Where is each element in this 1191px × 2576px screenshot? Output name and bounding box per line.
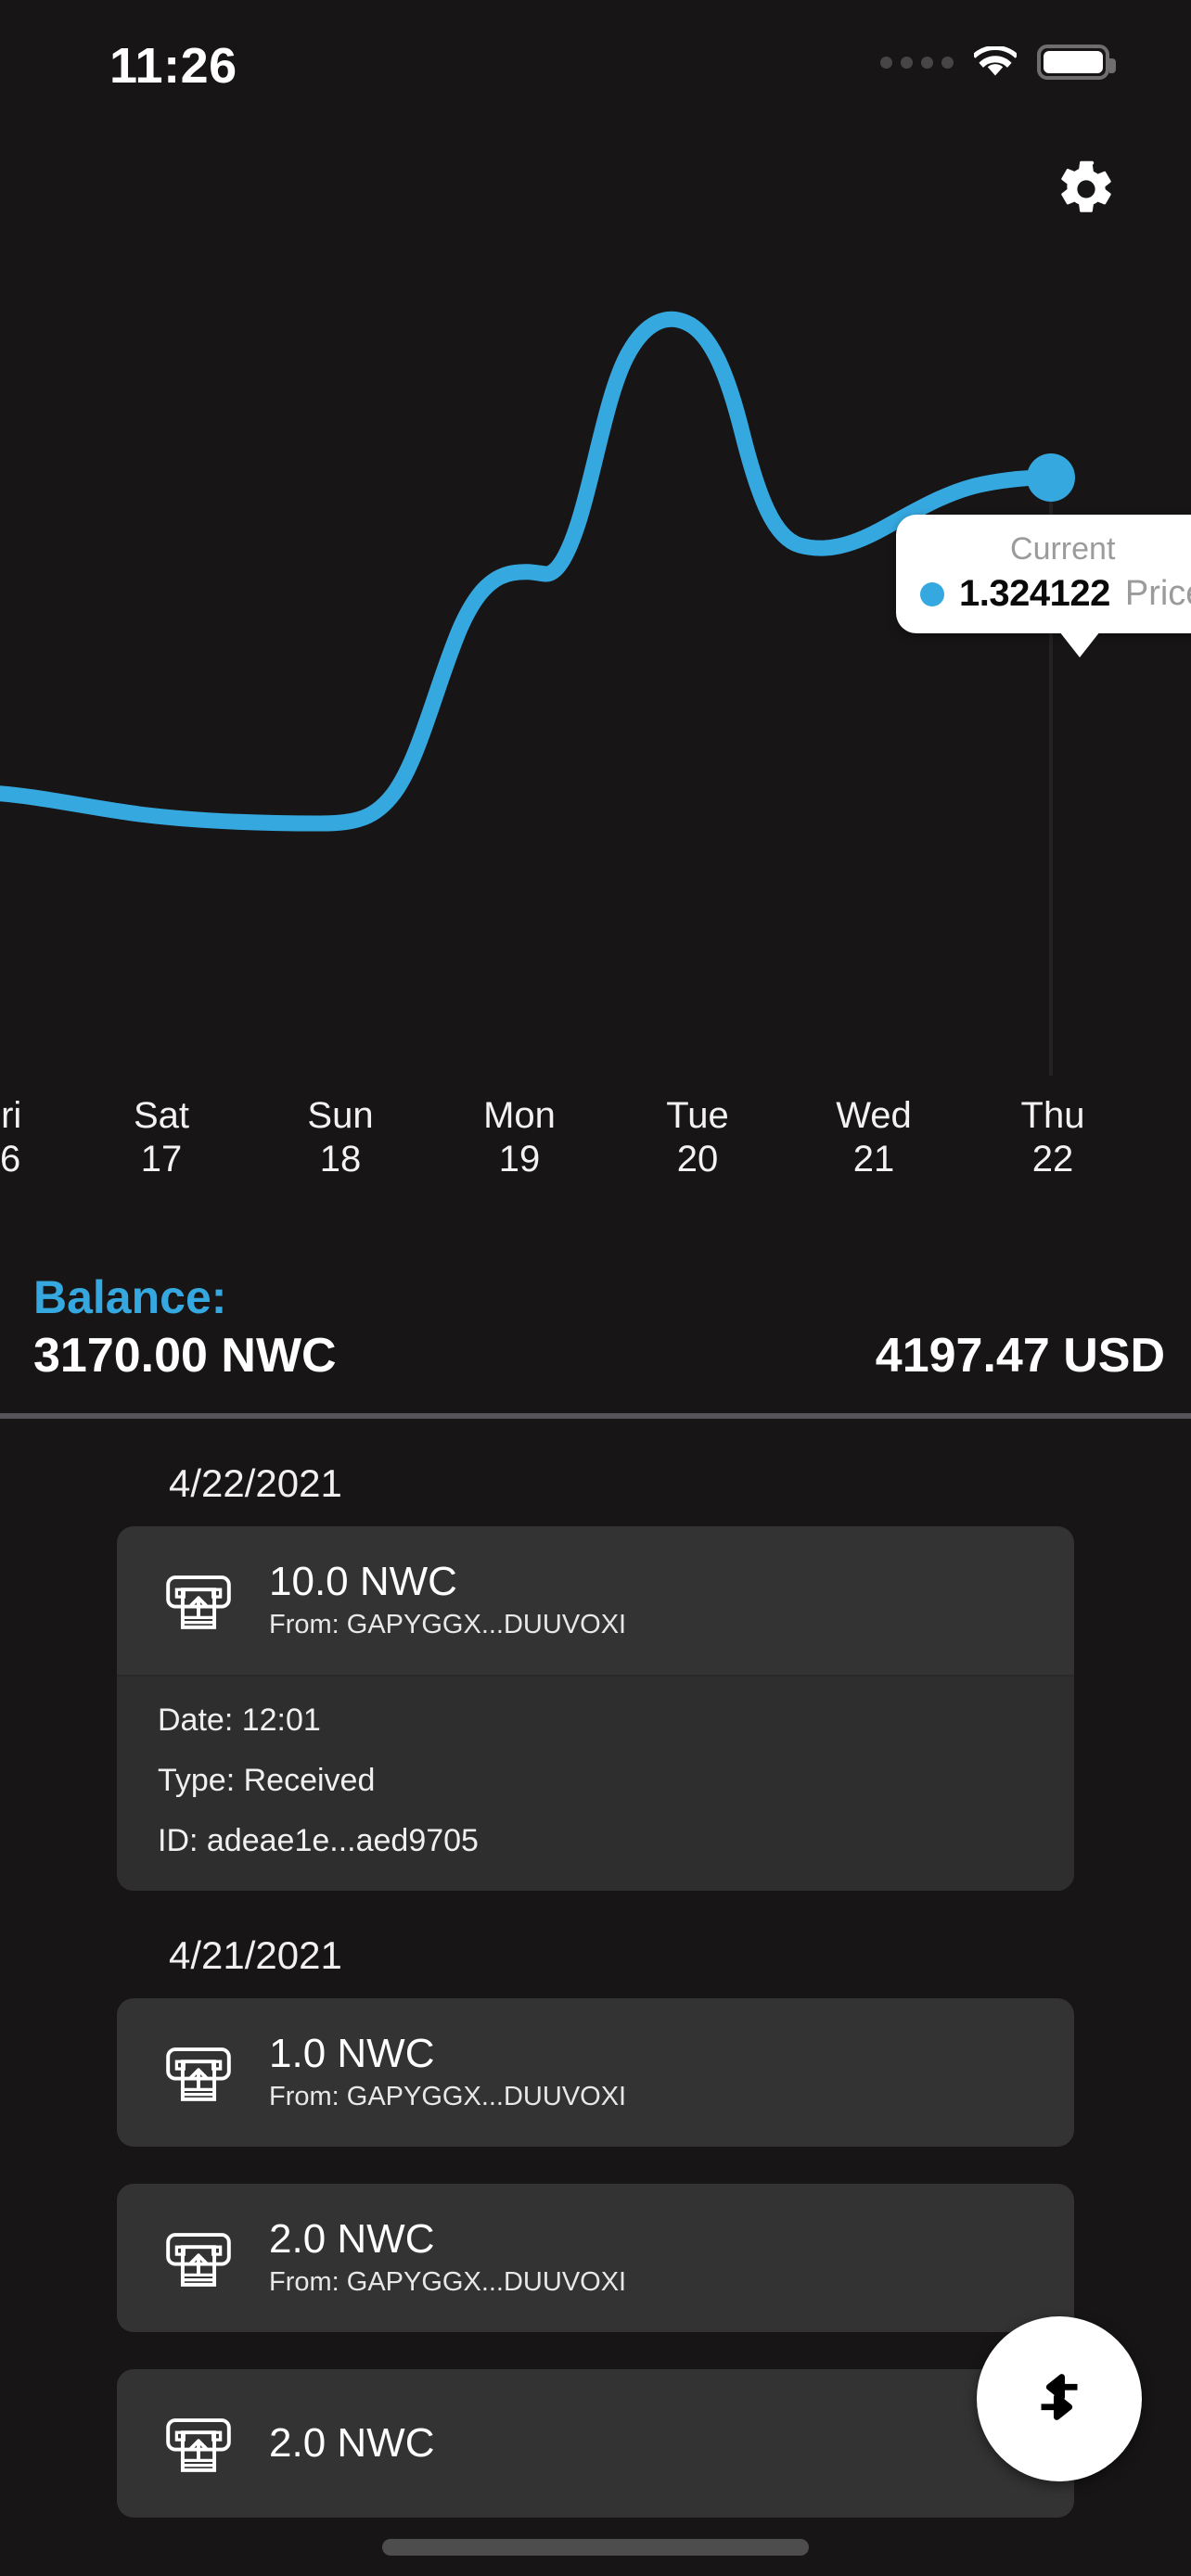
transaction-card[interactable]: 2.0 NWC From: GAPYGGX...DUUVOXI	[117, 2184, 1074, 2332]
transfer-fab-button[interactable]	[977, 2316, 1142, 2481]
transaction-row[interactable]: 1.0 NWC From: GAPYGGX...DUUVOXI	[117, 1998, 1074, 2147]
transaction-counterparty: From: GAPYGGX...DUUVOXI	[269, 2081, 627, 2111]
atm-receipt-up-icon	[158, 2217, 239, 2299]
status-bar-time: 11:26	[109, 38, 237, 94]
tooltip-unit: Price	[1124, 574, 1191, 614]
transaction-row[interactable]: 2.0 NWC	[117, 2369, 1074, 2518]
tooltip-value-row: 1.324122 Price	[920, 573, 1191, 615]
transaction-counterparty: From: GAPYGGX...DUUVOXI	[269, 1609, 627, 1639]
x-axis-tick: Sun 18	[261, 1094, 420, 1181]
app-screen: 11:26 Current 1.324122 Pric ri 6 Sat 17 …	[0, 0, 1191, 2576]
transaction-text-group: 1.0 NWC From: GAPYGGX...DUUVOXI	[269, 2033, 626, 2111]
transaction-amount: 2.0 NWC	[269, 2216, 435, 2263]
x-axis-tick: Sat 17	[82, 1094, 241, 1181]
transaction-text-group: 2.0 NWC	[269, 2419, 435, 2466]
transaction-text-group: 2.0 NWC From: GAPYGGX...DUUVOXI	[269, 2218, 626, 2297]
x-axis-tick-date: 16	[0, 1139, 21, 1180]
transaction-card[interactable]: 1.0 NWC From: GAPYGGX...DUUVOXI	[117, 1998, 1074, 2147]
transaction-row[interactable]: 10.0 NWC From: GAPYGGX...DUUVOXI	[117, 1526, 1074, 1675]
balance-fiat-amount: 4197.47 USD	[875, 1329, 1165, 1383]
chart-x-axis: Fri 16 Sat 17 Sun 18 Mon 19 Tue 20 Wed 2…	[0, 1094, 1191, 1196]
wifi-icon	[972, 45, 1018, 78]
tooltip-title: Current	[1010, 531, 1116, 567]
transaction-card[interactable]: 10.0 NWC From: GAPYGGX...DUUVOXI Date: 1…	[117, 1526, 1074, 1891]
transaction-detail-date: Date: 12:01	[158, 1702, 321, 1738]
transaction-counterparty: From: GAPYGGX...DUUVOXI	[269, 2266, 627, 2297]
atm-receipt-up-icon	[158, 1560, 239, 1641]
tooltip-value: 1.324122	[959, 573, 1110, 615]
gear-icon	[1056, 159, 1117, 224]
x-axis-tick-day: Sun	[307, 1095, 374, 1136]
chart-tooltip: Current 1.324122 Price	[896, 515, 1191, 658]
status-bar-indicators	[880, 45, 1116, 80]
transfer-arrows-icon	[1019, 2357, 1099, 2442]
x-axis-tick: Fri 16	[0, 1094, 80, 1181]
balance-native-amount: 3170.00 NWC	[33, 1329, 337, 1383]
x-axis-tick-date: 21	[852, 1139, 895, 1180]
tooltip-series-dot-icon	[920, 581, 944, 606]
x-axis-tick: Thu 22	[973, 1094, 1133, 1181]
transaction-detail-id: ID: adeae1e...aed9705	[158, 1823, 479, 1858]
transaction-date-header: 4/22/2021	[169, 1461, 342, 1505]
atm-receipt-up-icon	[158, 2403, 239, 2484]
settings-button[interactable]	[1051, 156, 1121, 226]
x-axis-tick-date: 19	[498, 1139, 541, 1180]
battery-full-icon	[1037, 45, 1116, 80]
transaction-text-group: 10.0 NWC From: GAPYGGX...DUUVOXI	[269, 1561, 626, 1639]
home-indicator	[382, 2539, 809, 2556]
x-axis-tick: Wed 21	[794, 1094, 954, 1181]
x-axis-tick: Tue 20	[618, 1094, 777, 1181]
transaction-detail-type: Type: Received	[158, 1763, 376, 1798]
balance-label: Balance:	[33, 1271, 227, 1323]
transaction-card[interactable]: 2.0 NWC	[117, 2369, 1074, 2518]
x-axis-tick-day: Fri	[0, 1095, 22, 1136]
transaction-row[interactable]: 2.0 NWC From: GAPYGGX...DUUVOXI	[117, 2184, 1074, 2332]
chart-current-point-dot	[1027, 453, 1075, 502]
x-axis-tick-date: 18	[319, 1139, 362, 1180]
status-bar: 11:26	[0, 0, 1191, 104]
atm-receipt-up-icon	[158, 2032, 239, 2113]
balance-section: Balance: 3170.00 NWC 4197.47 USD	[0, 1270, 1191, 1391]
signal-dots-icon	[880, 56, 954, 69]
transaction-date-header: 4/21/2021	[169, 1933, 342, 1977]
x-axis-tick-day: Sat	[133, 1095, 190, 1136]
price-chart-svg	[0, 311, 1075, 1076]
x-axis-tick: Mon 19	[440, 1094, 599, 1181]
x-axis-tick-date: 22	[1031, 1139, 1074, 1180]
transaction-amount: 10.0 NWC	[269, 1559, 457, 1605]
x-axis-tick-day: Wed	[836, 1095, 912, 1136]
x-axis-tick-date: 17	[140, 1139, 183, 1180]
price-chart[interactable]: Current 1.324122 Price	[0, 250, 1191, 1085]
x-axis-tick-date: 20	[676, 1139, 719, 1180]
transaction-amount: 2.0 NWC	[269, 2419, 435, 2466]
transaction-amount: 1.0 NWC	[269, 2031, 435, 2077]
x-axis-tick-day: Mon	[483, 1095, 556, 1136]
tooltip-pointer	[1059, 631, 1100, 658]
x-axis-tick-day: Tue	[666, 1095, 729, 1136]
transaction-details-panel: Date: 12:01 Type: Received ID: adeae1e..…	[117, 1675, 1074, 1891]
chart-line-series	[0, 311, 1059, 832]
x-axis-tick-day: Thu	[1020, 1095, 1085, 1136]
